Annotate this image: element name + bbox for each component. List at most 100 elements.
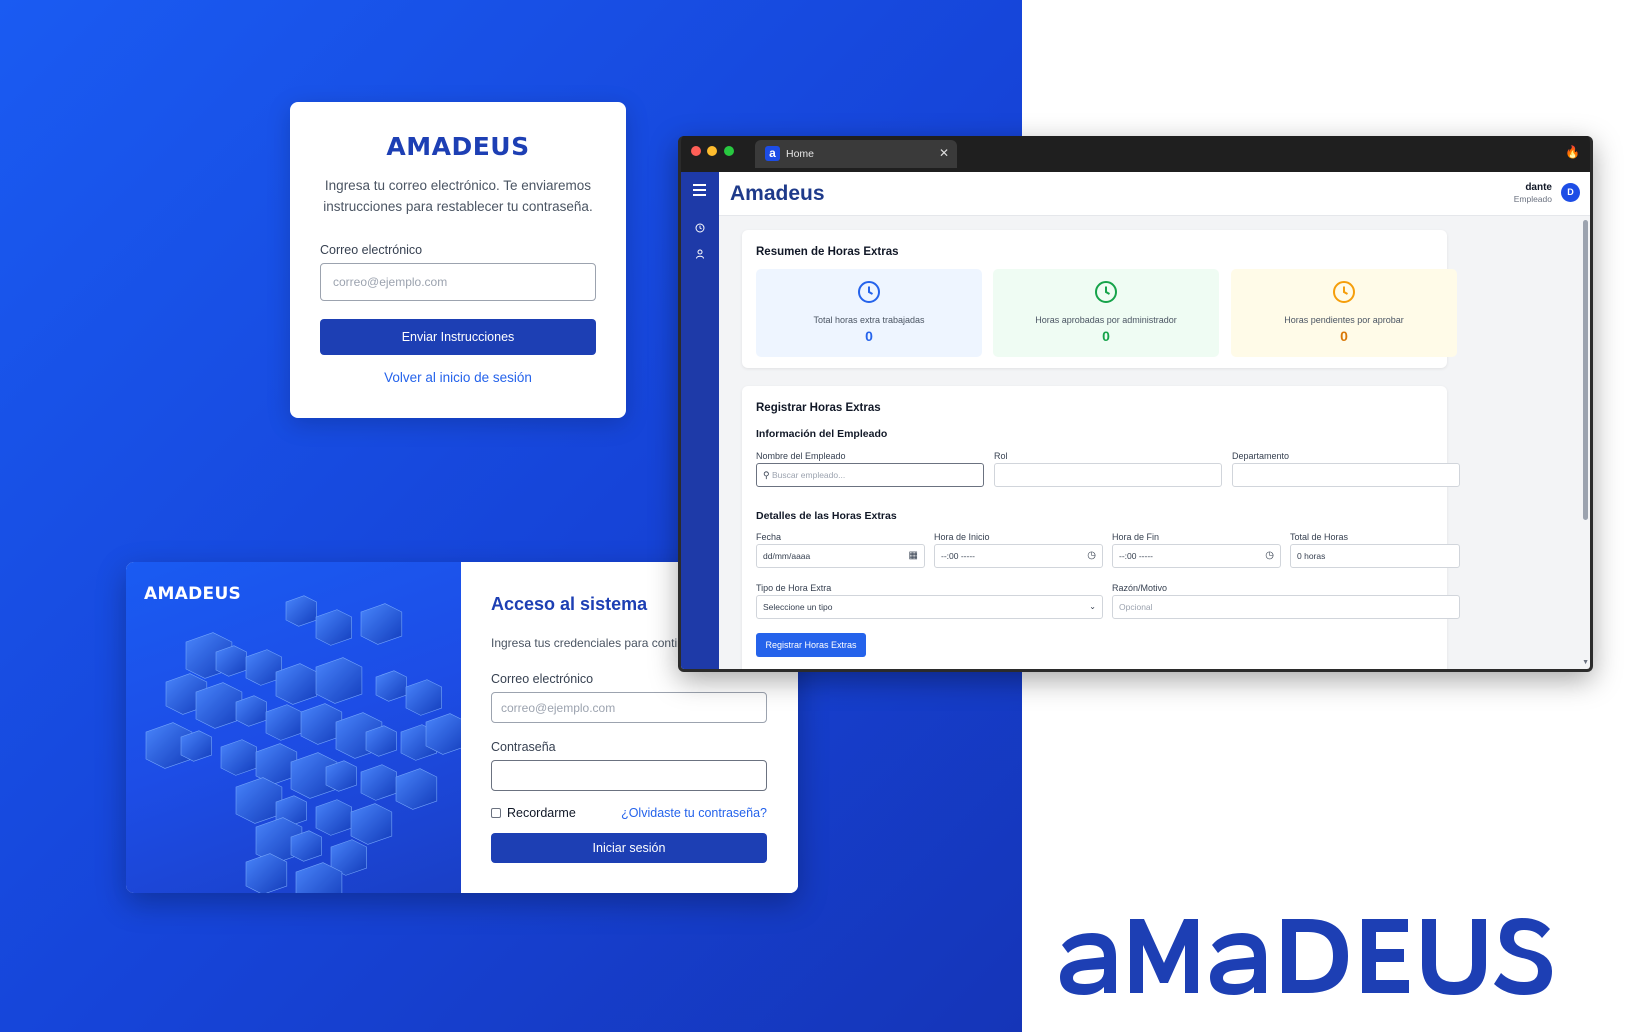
clock-icon[interactable]: ◷ [1265,545,1274,567]
end-time-input[interactable]: --:00 ----- ◷ [1112,544,1281,568]
cube-shape [425,713,461,755]
register-panel: Registrar Horas Extras Información del E… [742,386,1460,669]
cube-shape [360,603,403,645]
cube-shape [350,803,393,845]
stat-card-pending: Horas pendientes por aprobar 0 [1231,269,1457,357]
clock-icon[interactable] [681,220,719,238]
cube-shape [245,853,288,893]
close-window-dot[interactable] [691,146,701,156]
total-hours-value: 0 horas [1297,551,1326,561]
total-hours-field: 0 horas [1290,544,1460,568]
app-header: Amadeus dante Empleado D [719,172,1590,216]
user-name: dante [1525,182,1552,193]
login-hero-panel: AMADEUS [126,562,461,893]
forgot-password-card: AMADEUS Ingresa tu correo electrónico. T… [290,102,626,418]
amadeus-a-icon: a [765,146,780,161]
scroll-down-icon[interactable]: ▼ [1582,659,1589,666]
total-hours-label: Total de Horas [1290,532,1349,542]
reason-label: Razón/Motivo [1112,583,1168,593]
clock-icon [1333,281,1355,303]
forgot-email-input[interactable] [320,263,596,301]
type-label: Tipo de Hora Extra [756,583,832,593]
flame-icon[interactable]: 🔥 [1565,145,1580,159]
reason-input[interactable]: Opcional [1112,595,1460,619]
reason-placeholder: Opcional [1119,602,1153,612]
stat-value: 0 [1340,328,1348,344]
close-tab-icon[interactable]: ✕ [939,146,949,160]
stat-value: 0 [865,328,873,344]
role-field[interactable] [994,463,1222,487]
start-time-label: Hora de Inicio [934,532,990,542]
forgot-description: Ingresa tu correo electrónico. Te enviar… [323,178,593,214]
date-label: Fecha [756,532,782,542]
login-title: Acceso al sistema [491,594,648,614]
back-to-login-link[interactable]: Volver al inicio de sesión [290,370,626,385]
send-instructions-button[interactable]: Enviar Instrucciones [320,319,596,355]
remember-label: Recordarme [507,806,576,820]
amadeus-wordmark-logo [1060,918,1552,995]
tab-title: Home [786,148,815,160]
cubes-illustration [145,595,461,893]
employee-search-placeholder: Buscar empleado... [771,470,846,480]
cube-shape [265,704,302,741]
app-brand: Amadeus [730,182,825,205]
register-overtime-button[interactable]: Registrar Horas Extras [756,633,866,657]
login-button[interactable]: Iniciar sesión [491,833,767,863]
cube-shape [290,830,322,862]
cube-shape [235,777,283,824]
end-time-label: Hora de Fin [1112,532,1160,542]
end-time-value: --:00 ----- [1119,551,1153,561]
cube-shape [325,760,357,792]
app-viewport: Amadeus dante Empleado D ▼ Resumen de Ho… [681,172,1590,669]
clock-icon[interactable]: ◷ [1087,545,1096,567]
main-content: Resumen de Horas Extras Total horas extr… [734,230,1556,669]
browser-titlebar: a Home ✕ 🔥 [681,136,1590,172]
remember-me[interactable]: Recordarme [491,806,576,820]
search-icon: ⚲ [763,470,770,480]
chevron-down-icon: ⌄ [1089,602,1096,611]
cube-shape [220,739,257,776]
login-email-label: Correo electrónico [491,672,594,686]
date-value: dd/mm/aaaa [763,551,811,561]
start-time-input[interactable]: --:00 ----- ◷ [934,544,1103,568]
cube-shape [360,764,398,801]
role-label: Rol [994,451,1008,461]
department-label: Departamento [1232,451,1290,461]
summary-panel: Resumen de Horas Extras Total horas extr… [742,230,1457,368]
type-select[interactable]: Seleccione un tipo ⌄ [756,595,1103,619]
stat-label: Horas pendientes por aprobar [1284,315,1404,325]
cube-shape [405,679,443,716]
cube-shape [180,730,212,762]
avatar[interactable]: D [1561,183,1580,202]
user-info: dante Empleado [1514,182,1552,204]
type-value: Seleccione un tipo [763,602,833,612]
name-label: Nombre del Empleado [756,451,846,461]
department-field[interactable] [1232,463,1460,487]
login-email-input[interactable] [491,692,767,723]
remember-checkbox[interactable] [491,808,501,818]
sidebar [681,172,719,669]
employee-search-input[interactable]: ⚲ Buscar empleado... [756,463,984,487]
login-logo: AMADEUS [144,584,242,604]
cube-shape [215,645,247,677]
login-password-input[interactable] [491,760,767,791]
cube-shape [375,670,407,702]
details-section-title: Detalles de las Horas Extras [756,510,897,522]
forgot-password-link[interactable]: ¿Olvidaste tu contraseña? [621,806,767,820]
maximize-window-dot[interactable] [724,146,734,156]
date-input[interactable]: dd/mm/aaaa ▦ [756,544,925,568]
login-subtitle: Ingresa tus credenciales para contin [491,636,684,650]
calendar-icon[interactable]: ▦ [909,545,918,567]
stat-label: Horas aprobadas por administrador [1035,315,1177,325]
cube-shape [285,595,317,627]
browser-tab-home[interactable]: a Home ✕ [755,140,957,168]
cube-shape [365,725,397,757]
minimize-window-dot[interactable] [707,146,717,156]
scrollbar[interactable] [1583,220,1588,520]
stat-card-total: Total horas extra trabajadas 0 [756,269,982,357]
login-password-label: Contraseña [491,740,556,754]
menu-icon[interactable] [681,184,719,198]
cube-shape [315,609,352,646]
user-icon[interactable] [681,246,719,264]
user-role: Empleado [1513,194,1552,204]
